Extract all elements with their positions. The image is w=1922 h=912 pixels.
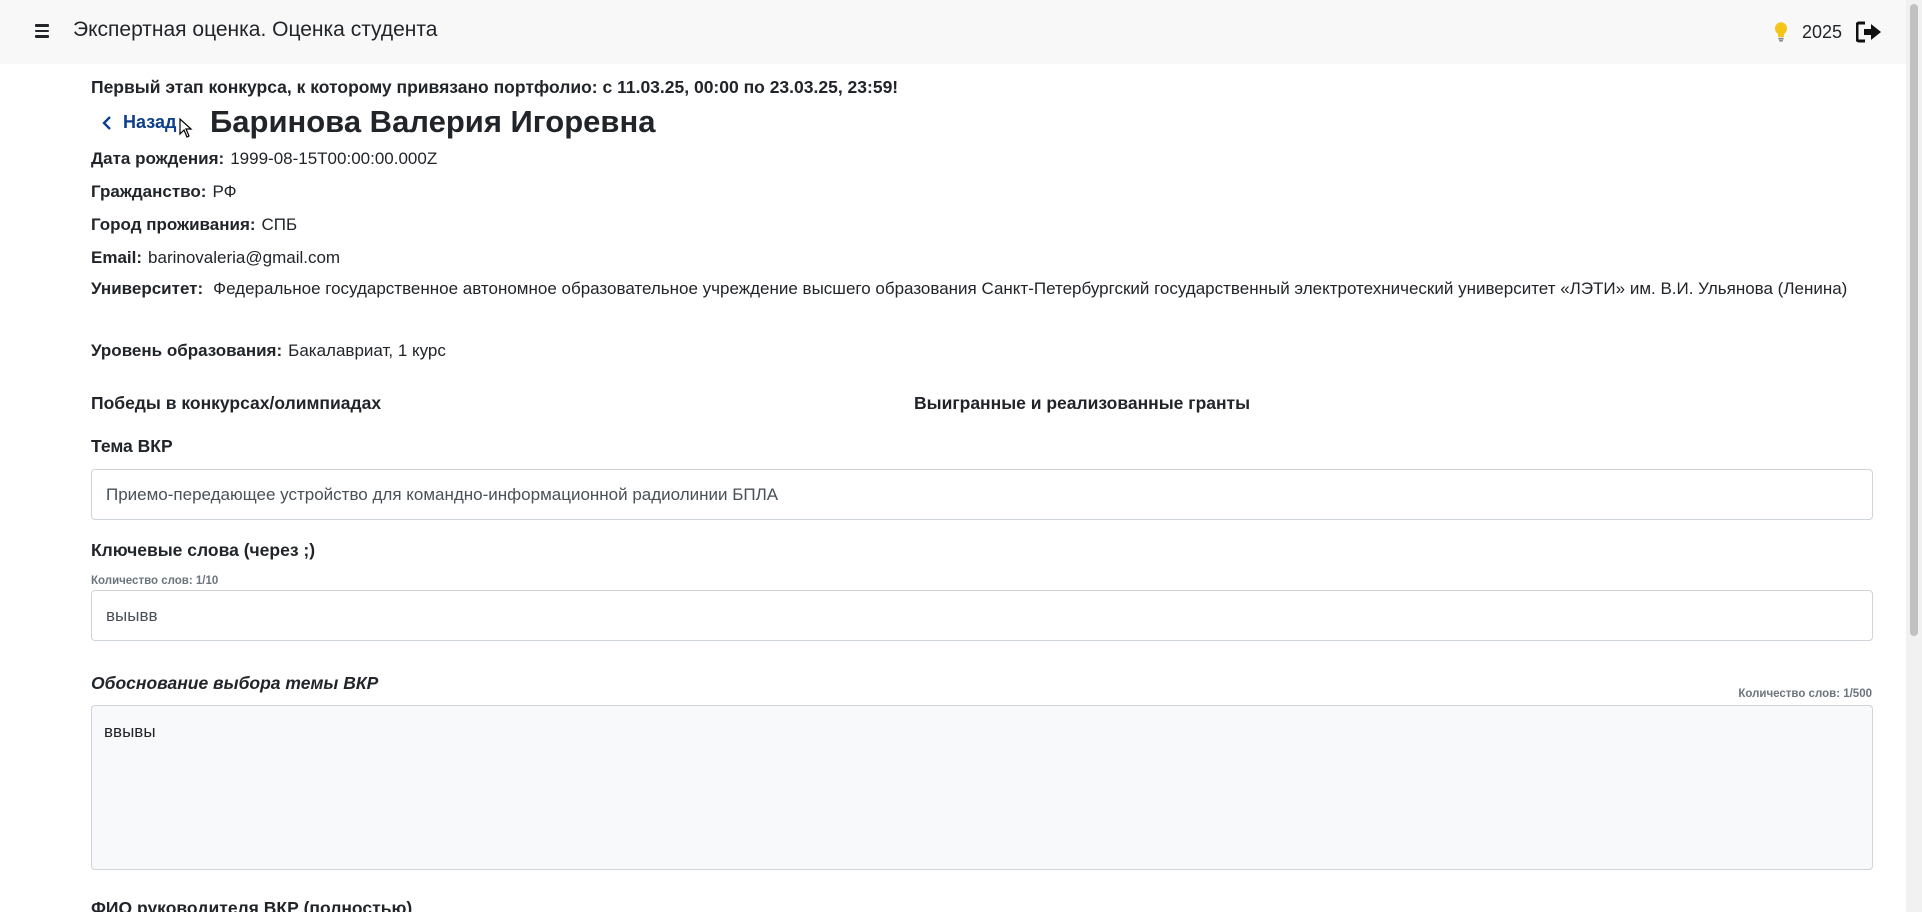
vertical-scrollbar[interactable] xyxy=(1906,0,1922,912)
birth-row: Дата рождения: 1999-08-15T00:00:00.000Z xyxy=(91,146,437,172)
keywords-field[interactable]: выывв xyxy=(91,590,1873,641)
topic-label: Тема ВКР xyxy=(91,436,173,456)
scrollbar-thumb[interactable] xyxy=(1910,4,1918,636)
level-row: Уровень образования: Бакалавриат, 1 курс xyxy=(91,338,446,364)
keywords-word-count: Количество слов: 1/10 xyxy=(91,575,219,587)
wins-heading: Победы в конкурсах/олимпиадах xyxy=(91,393,382,413)
topic-field[interactable]: Приемо-передающее устройство для командн… xyxy=(91,469,1873,520)
city-row: Город проживания: СПБ xyxy=(91,212,297,238)
justification-word-count: Количество слов: 1/500 xyxy=(1738,688,1872,700)
university-label: Университет: xyxy=(91,279,204,298)
student-name: Баринова Валерия Игоревна xyxy=(210,104,656,139)
supervisor-label: ФИО руководителя ВКР (полностью) xyxy=(91,898,413,912)
birth-label: Дата рождения: xyxy=(91,149,225,168)
city-label: Город проживания: xyxy=(91,215,256,234)
app-title: Экспертная оценка. Оценка студента xyxy=(73,18,438,41)
chevron-left-icon xyxy=(102,115,111,130)
birth-value: 1999-08-15T00:00:00.000Z xyxy=(230,149,438,168)
hamburger-icon[interactable] xyxy=(30,18,56,44)
lightbulb-icon[interactable] xyxy=(1774,22,1788,42)
top-header: Экспертная оценка. Оценка студента 2025 xyxy=(0,0,1906,64)
university-row: Университет: Федеральное государственное… xyxy=(91,276,1871,302)
level-value: Бакалавриат, 1 курс xyxy=(288,341,446,360)
header-right: 2025 xyxy=(1774,18,1882,46)
email-row: Email: barinovaleria@gmail.com xyxy=(91,245,340,271)
back-label: Назад xyxy=(123,112,177,132)
mouse-cursor-icon xyxy=(179,118,193,138)
main-content: Первый этап конкурса, к которому привяза… xyxy=(91,64,1874,912)
keywords-label: Ключевые слова (через ;) xyxy=(91,540,316,560)
citizenship-label: Гражданство: xyxy=(91,182,207,201)
justification-label: Обоснование выбора темы ВКР xyxy=(91,673,379,693)
city-value: СПБ xyxy=(261,215,298,234)
back-link[interactable]: Назад xyxy=(101,112,176,133)
citizenship-row: Гражданство: РФ xyxy=(91,179,237,205)
level-label: Уровень образования: xyxy=(91,341,283,360)
justification-textarea[interactable]: ввывы xyxy=(91,705,1873,870)
email-label: Email: xyxy=(91,248,143,267)
stage-notice: Первый этап конкурса, к которому привяза… xyxy=(91,77,899,97)
email-value: barinovaleria@gmail.com xyxy=(148,248,341,267)
year-label: 2025 xyxy=(1801,21,1842,42)
logout-icon[interactable] xyxy=(1856,21,1882,43)
citizenship-value: РФ xyxy=(212,182,237,201)
university-value: Федеральное государственное автономное о… xyxy=(213,279,1848,298)
grants-heading: Выигранные и реализованные гранты xyxy=(914,393,1251,413)
